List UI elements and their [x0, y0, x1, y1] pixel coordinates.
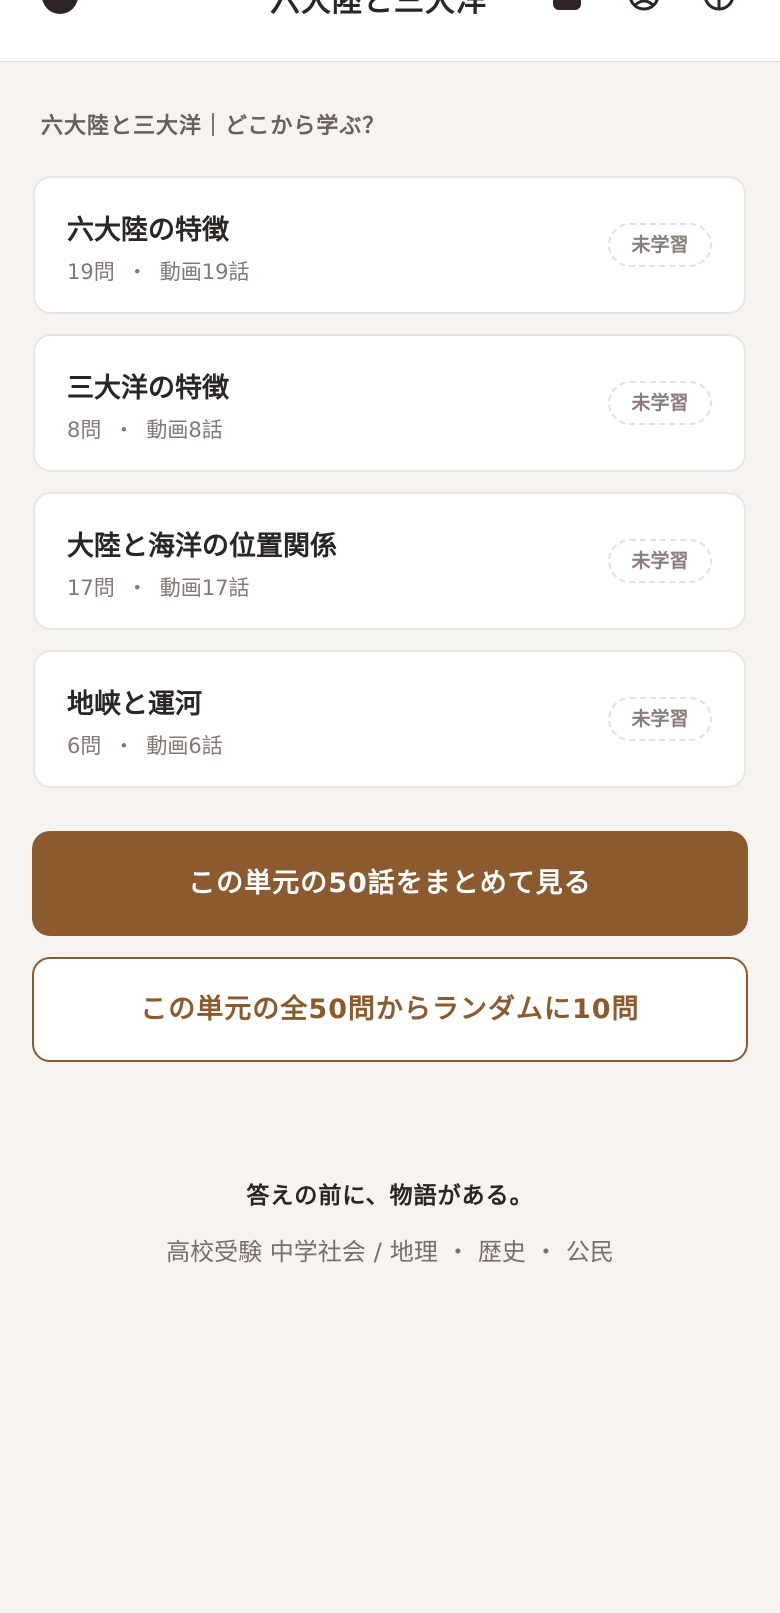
status-badge: 未学習: [608, 539, 712, 583]
footer-links: 高校受験 中学社会 / 地理・歴史・公民: [0, 1232, 780, 1267]
video-count: 動画6話: [146, 734, 223, 758]
topic-meta: 8問・動画8話: [67, 414, 223, 444]
section-heading: 六大陸と三大洋｜どこから学ぶ？: [41, 114, 386, 139]
meta-separator: ・: [126, 576, 148, 600]
page-title: 六大陸と三大洋: [270, 0, 487, 19]
subject-separator: ・: [445, 1238, 470, 1266]
subject-separator: ・: [533, 1238, 558, 1266]
question-count: 6問: [67, 734, 102, 758]
meta-separator: ・: [126, 260, 148, 284]
footer-tagline: 答えの前に、物語がある。: [246, 1183, 534, 1209]
topic-card[interactable]: 三大洋の特徴 8問・動画8話 未学習: [33, 334, 746, 472]
question-count: 8問: [67, 418, 102, 442]
topic-title: 三大洋の特徴: [67, 373, 229, 404]
meta-separator: ・: [113, 418, 135, 442]
subject-civics[interactable]: 公民: [566, 1232, 614, 1267]
topic-card[interactable]: 六大陸の特徴 19問・動画19話 未学習: [33, 176, 746, 314]
topic-card[interactable]: 大陸と海洋の位置関係 17問・動画17話 未学習: [33, 492, 746, 630]
video-count: 動画8話: [146, 418, 223, 442]
random-quiz-button[interactable]: この単元の全50問からランダムに10問: [32, 957, 748, 1062]
watch-all-button[interactable]: この単元の50話をまとめて見る: [32, 831, 748, 936]
topic-meta: 17問・動画17話: [67, 572, 249, 602]
topic-meta: 19問・動画19話: [67, 256, 249, 286]
video-count: 動画19話: [159, 260, 250, 284]
app-header: 六大陸と三大洋: [0, 0, 780, 62]
status-badge: 未学習: [608, 381, 712, 425]
help-icon[interactable]: [702, 0, 736, 12]
status-badge: 未学習: [608, 697, 712, 741]
subject-geography[interactable]: 地理: [390, 1232, 438, 1267]
meta-separator: ・: [113, 734, 135, 758]
status-badge: 未学習: [608, 223, 712, 267]
topic-title: 大陸と海洋の位置関係: [67, 531, 337, 562]
user-icon[interactable]: [627, 0, 661, 12]
subject-history[interactable]: 歴史: [478, 1232, 526, 1267]
video-count: 動画17話: [159, 576, 250, 600]
back-icon[interactable]: [42, 0, 78, 14]
question-count: 17問: [67, 576, 115, 600]
book-icon[interactable]: [550, 0, 584, 12]
topic-meta: 6問・動画6話: [67, 730, 223, 760]
question-count: 19問: [67, 260, 115, 284]
topic-title: 地峡と運河: [67, 689, 202, 720]
footer-slash: /: [373, 1238, 382, 1266]
topic-title: 六大陸の特徴: [67, 215, 229, 246]
site-label: 高校受験 中学社会: [166, 1238, 366, 1266]
page: 六大陸と三大洋 六大陸と三大洋｜どこから学ぶ？ 六大陸の特徴 19問・動画19話…: [0, 0, 780, 1613]
topic-card[interactable]: 地峡と運河 6問・動画6話 未学習: [33, 650, 746, 788]
